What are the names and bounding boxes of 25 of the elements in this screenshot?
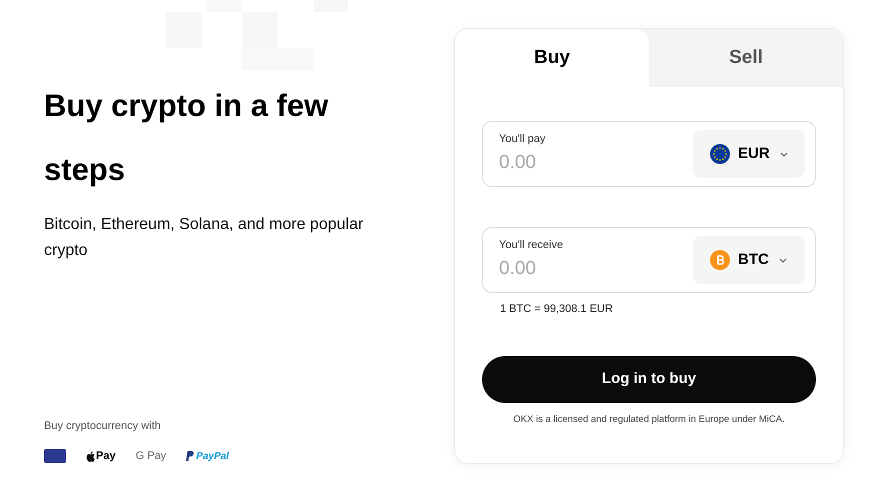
disclaimer: OKX is a licensed and regulated platform in Europe under MiCA.	[512, 412, 786, 426]
apple-pay-label: Pay	[96, 448, 116, 464]
field-label: You'll receive	[499, 238, 564, 252]
exchange-rate: 1 BTC = 99,308.1 EUR	[500, 302, 614, 317]
amount-field[interactable]: You'll receive 0.00 BTC	[482, 227, 816, 293]
eu-flag-icon	[710, 144, 730, 164]
log-in-button[interactable]: Log in to buy	[482, 356, 816, 402]
paypal-label: PayPal	[196, 450, 229, 464]
field-label: You'll pay	[499, 132, 546, 146]
payment-methods-label: Buy cryptocurrency with	[44, 418, 162, 434]
currency-selector[interactable]: EUR	[693, 130, 805, 178]
amount-field[interactable]: You'll pay 0.00 EUR	[482, 121, 816, 187]
hero-title: Buy crypto in a few steps	[44, 87, 330, 189]
chevron-down-icon	[778, 258, 787, 262]
amount-input[interactable]: 0.00	[499, 149, 649, 178]
hero-subtitle: Bitcoin, Ethereum, Solana, and more popular crypto	[44, 215, 364, 261]
trade-tab[interactable]: Buy	[455, 29, 649, 87]
currency-selector[interactable]: BTC	[693, 236, 805, 284]
amount-input[interactable]: 0.00	[499, 255, 649, 284]
bitcoin-icon	[710, 250, 730, 270]
google-pay-label: G Pay	[136, 448, 166, 464]
bank-card-icon	[44, 449, 66, 463]
paypal-icon	[186, 451, 194, 461]
chevron-down-icon	[780, 152, 788, 156]
apple-icon	[86, 450, 95, 462]
